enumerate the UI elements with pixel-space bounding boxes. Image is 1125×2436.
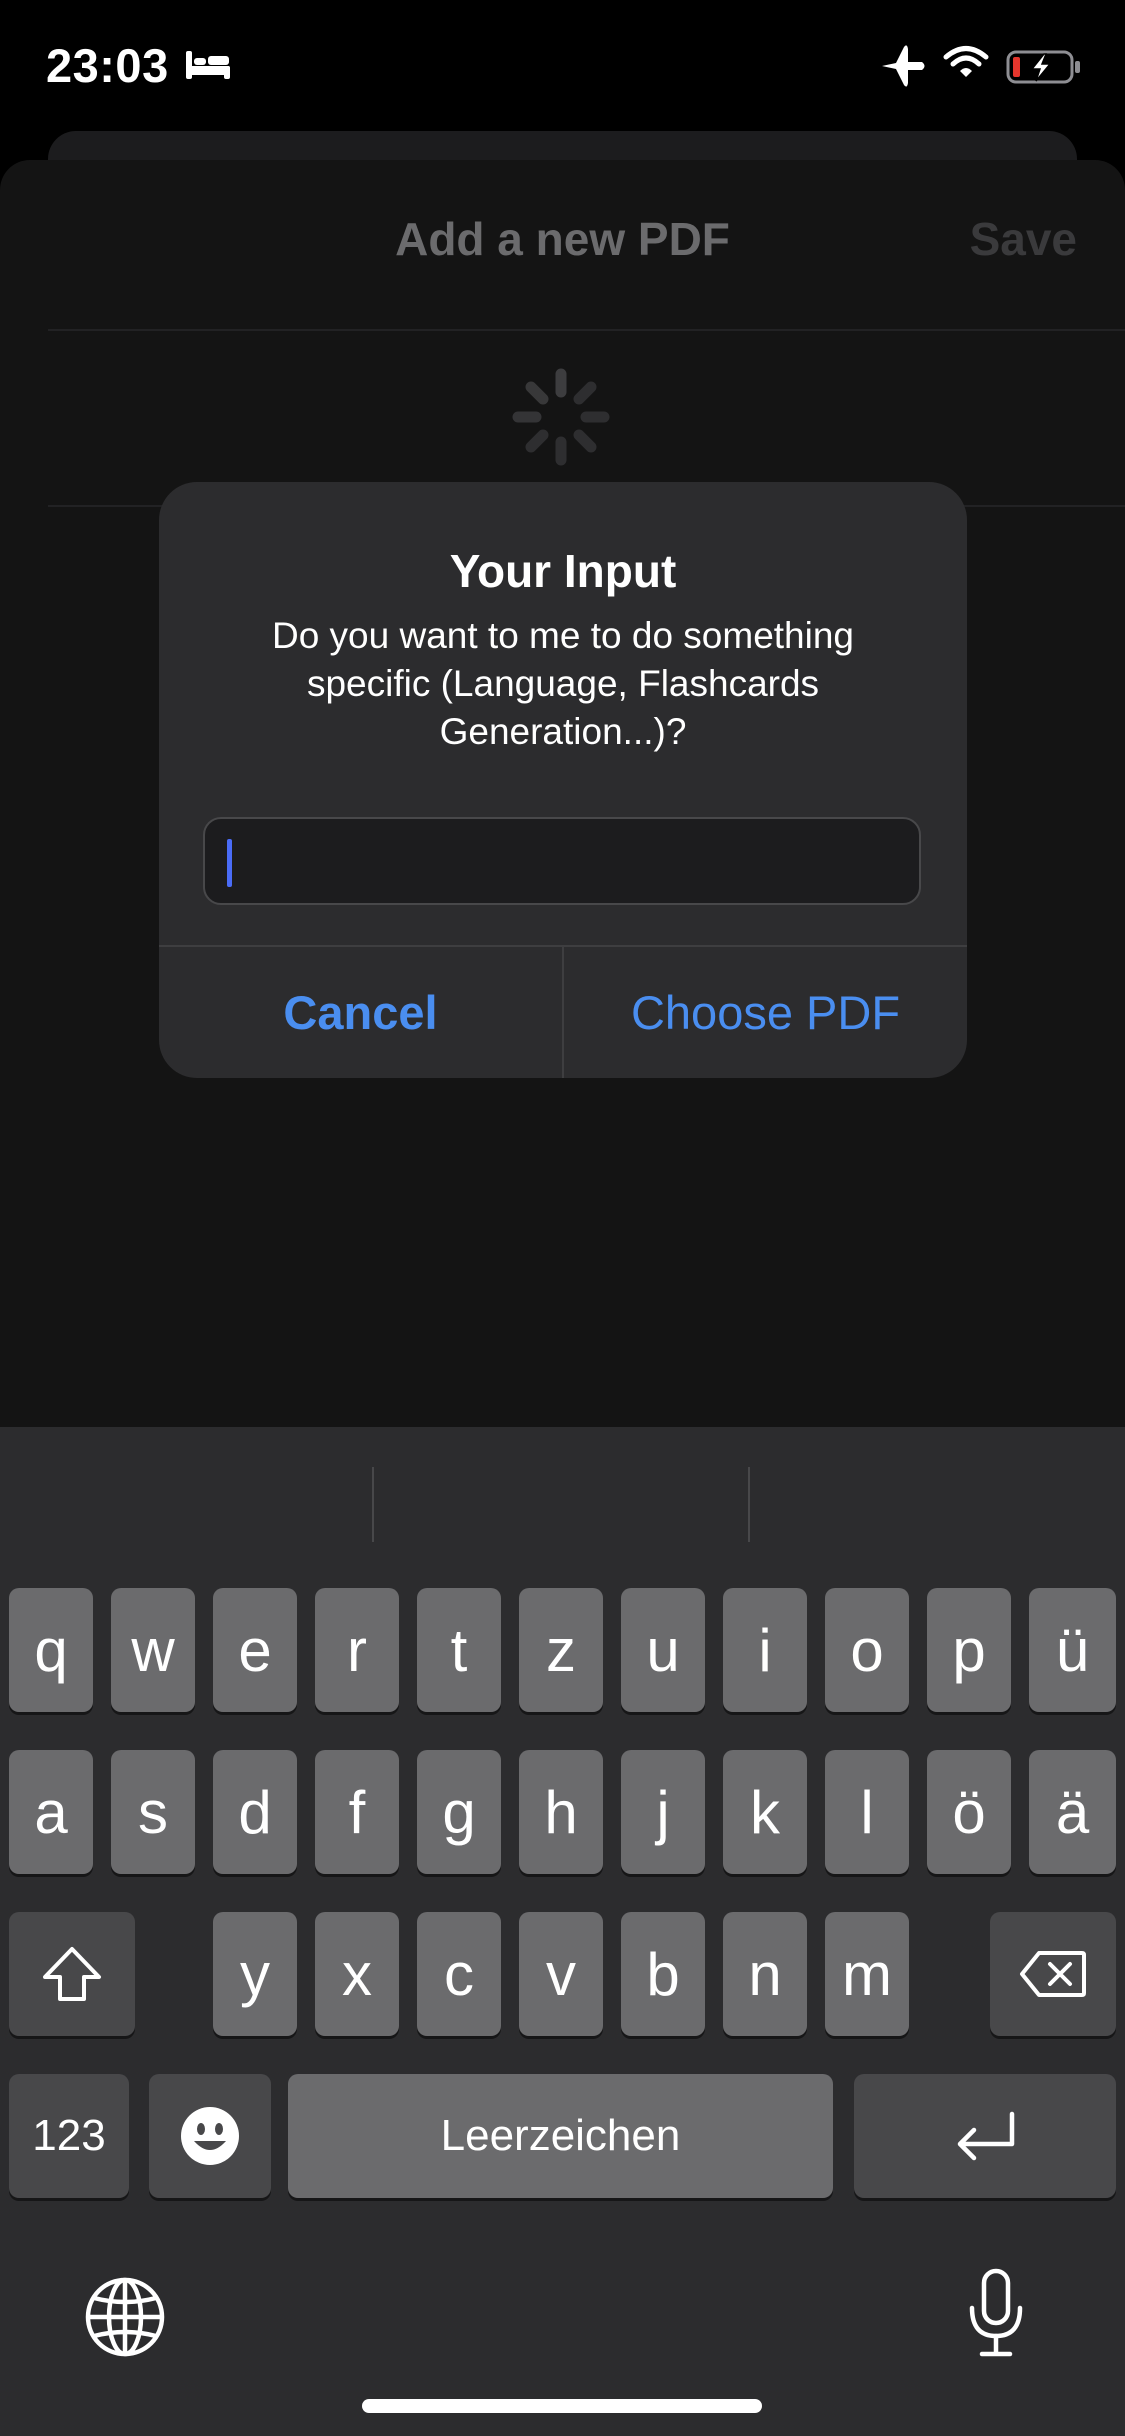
key-i[interactable]: i — [723, 1588, 807, 1712]
save-button[interactable]: Save — [970, 212, 1077, 266]
key-a[interactable]: a — [9, 1750, 93, 1874]
status-bar: 23:03 — [0, 0, 1125, 135]
shift-icon — [43, 1947, 101, 2001]
key-k[interactable]: k — [723, 1750, 807, 1874]
key-j[interactable]: j — [621, 1750, 705, 1874]
key-r[interactable]: r — [315, 1588, 399, 1712]
suggestion-separator — [372, 1467, 374, 1542]
choose-pdf-button[interactable]: Choose PDF — [564, 947, 967, 1078]
key-g[interactable]: g — [417, 1750, 501, 1874]
key-x[interactable]: x — [315, 1912, 399, 2036]
key-t[interactable]: t — [417, 1588, 501, 1712]
key-m[interactable]: m — [825, 1912, 909, 2036]
cancel-button[interactable]: Cancel — [159, 947, 562, 1078]
return-key[interactable] — [854, 2074, 1116, 2198]
alert-title: Your Input — [449, 545, 677, 597]
delete-icon — [1020, 1951, 1086, 1997]
key-p[interactable]: p — [927, 1588, 1011, 1712]
key-f[interactable]: f — [315, 1750, 399, 1874]
wifi-icon — [943, 46, 989, 77]
status-time: 23:03 — [46, 39, 169, 92]
sheet-title: Add a new PDF — [395, 213, 730, 265]
key-o[interactable]: o — [825, 1588, 909, 1712]
key-b[interactable]: b — [621, 1912, 705, 2036]
alert-message: Do you want to me to do something specif… — [271, 615, 855, 752]
bed-icon — [186, 51, 230, 79]
key-d[interactable]: d — [213, 1750, 297, 1874]
delete-key[interactable] — [990, 1912, 1116, 2036]
key-u[interactable]: u — [621, 1588, 705, 1712]
divider — [48, 329, 1125, 331]
home-indicator[interactable] — [362, 2399, 762, 2413]
key-ue[interactable]: ü — [1029, 1588, 1116, 1712]
key-v[interactable]: v — [519, 1912, 603, 2036]
globe-icon[interactable] — [84, 2276, 166, 2358]
emoji-key[interactable] — [149, 2074, 271, 2198]
microphone-icon[interactable] — [966, 2268, 1026, 2360]
key-y[interactable]: y — [213, 1912, 297, 2036]
key-w[interactable]: w — [111, 1588, 195, 1712]
key-q[interactable]: q — [9, 1588, 93, 1712]
key-n[interactable]: n — [723, 1912, 807, 2036]
emoji-icon — [181, 2107, 239, 2165]
key-oe[interactable]: ö — [927, 1750, 1011, 1874]
alert-text-field[interactable] — [203, 817, 921, 905]
return-icon — [957, 2111, 1015, 2161]
key-ae[interactable]: ä — [1029, 1750, 1116, 1874]
key-h[interactable]: h — [519, 1750, 603, 1874]
key-e[interactable]: e — [213, 1588, 297, 1712]
airplane-icon — [882, 45, 925, 87]
key-l[interactable]: l — [825, 1750, 909, 1874]
battery-charging-icon — [1006, 50, 1080, 84]
activity-spinner-icon — [512, 368, 610, 466]
input-alert-dialog: Your Input Do you want to me to do somet… — [159, 482, 967, 1078]
text-cursor — [227, 839, 232, 887]
numbers-key[interactable]: 123 — [9, 2074, 129, 2198]
space-key[interactable]: Leerzeichen — [288, 2074, 833, 2198]
key-z[interactable]: z — [519, 1588, 603, 1712]
shift-key[interactable] — [9, 1912, 135, 2036]
key-c[interactable]: c — [417, 1912, 501, 2036]
key-s[interactable]: s — [111, 1750, 195, 1874]
suggestion-separator — [748, 1467, 750, 1542]
